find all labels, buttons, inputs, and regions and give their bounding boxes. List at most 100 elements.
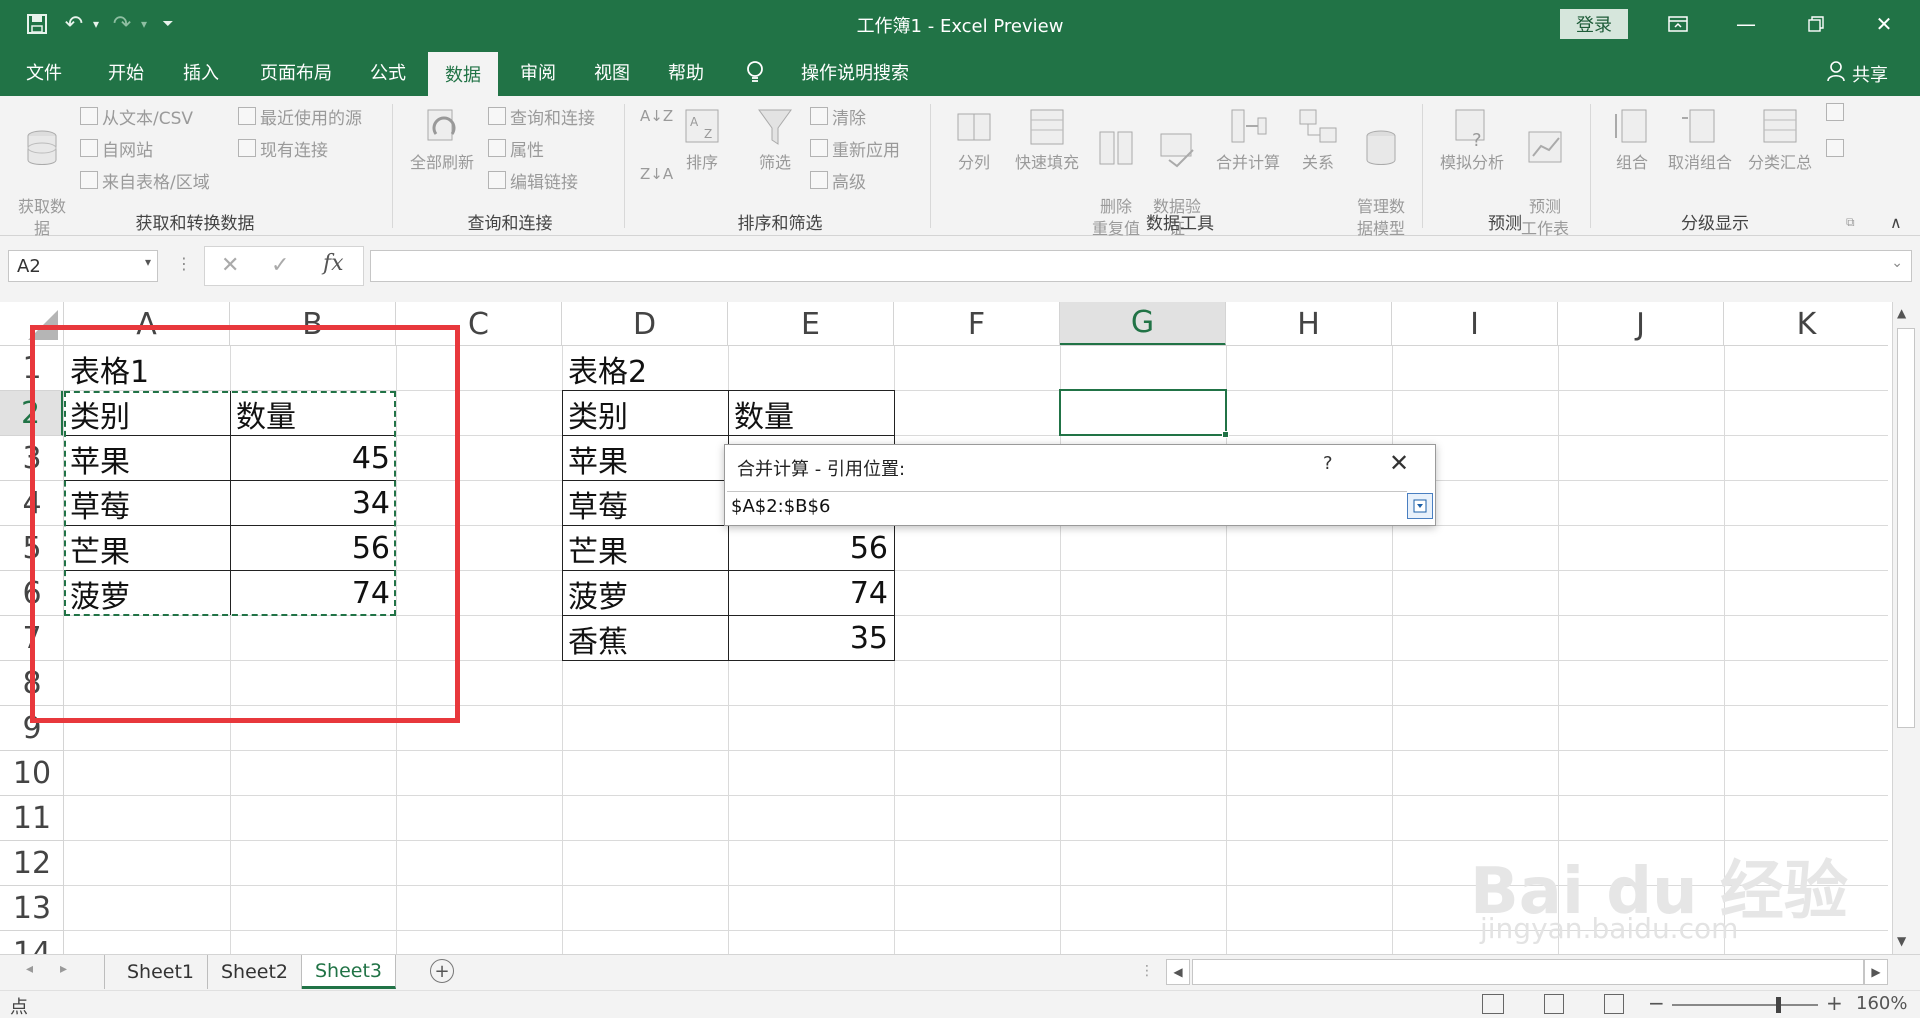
clear-filter-button[interactable]: 清除 — [810, 104, 866, 129]
column-header[interactable]: J — [1558, 302, 1724, 346]
collapse-ribbon-icon[interactable]: ∧ — [1890, 210, 1902, 234]
row-header[interactable]: 14 — [0, 931, 64, 954]
refresh-all-button[interactable]: 全部刷新 — [402, 106, 482, 174]
help-icon[interactable]: ? — [1323, 453, 1333, 474]
active-cell-g2[interactable] — [1059, 389, 1227, 436]
column-header[interactable]: F — [894, 302, 1060, 346]
from-web-button[interactable]: 自网站 — [80, 136, 153, 161]
table2-header-category[interactable]: 类别 — [562, 391, 728, 436]
zoom-slider[interactable] — [1672, 1004, 1818, 1006]
tab-page-layout[interactable]: 页面布局 — [250, 48, 342, 96]
add-sheet-icon[interactable]: + — [430, 959, 454, 983]
advanced-filter-button[interactable]: 高级 — [810, 168, 866, 193]
page-layout-view-icon[interactable] — [1544, 994, 1564, 1014]
edit-links-button[interactable]: 编辑链接 — [488, 168, 578, 193]
prev-sheet-icon[interactable]: ◂ — [26, 961, 33, 977]
tab-formulas[interactable]: 公式 — [358, 48, 418, 96]
table2-header-quantity[interactable]: 数量 — [728, 391, 894, 436]
enter-icon[interactable]: ✓ — [271, 253, 289, 278]
from-text-csv-button[interactable]: 从文本/CSV — [80, 104, 193, 129]
tab-view[interactable]: 视图 — [582, 48, 642, 96]
tab-split-icon[interactable]: ⋮ — [1140, 963, 1154, 979]
scroll-down-icon[interactable]: ▼ — [1897, 934, 1906, 948]
close-icon[interactable]: ✕ — [1389, 449, 1409, 477]
tab-help[interactable]: 帮助 — [656, 48, 716, 96]
name-box-dropdown-icon[interactable]: ▾ — [145, 255, 151, 269]
flash-fill-button[interactable]: 快速填充 — [1006, 106, 1088, 174]
tab-data[interactable]: 数据 — [428, 52, 498, 96]
row-header[interactable]: 12 — [0, 841, 64, 886]
sort-ascending-icon[interactable]: A↓Z — [640, 104, 673, 128]
show-detail-icon[interactable] — [1826, 100, 1844, 124]
share-button[interactable]: 共享 — [1826, 60, 1888, 87]
table2-cell[interactable]: 74 — [728, 571, 894, 616]
zoom-out-icon[interactable]: − — [1648, 991, 1665, 1015]
table2-cell[interactable]: 香蕉 — [562, 616, 728, 661]
expand-formula-icon[interactable]: ⌄ — [1891, 255, 1903, 271]
table2-cell[interactable]: 草莓 — [562, 481, 728, 526]
cancel-icon[interactable]: ✕ — [221, 253, 239, 278]
restore-icon[interactable] — [1796, 8, 1836, 40]
zoom-slider-thumb[interactable] — [1776, 997, 1781, 1013]
properties-button[interactable]: 属性 — [488, 136, 544, 161]
table2-cell[interactable]: 苹果 — [562, 436, 728, 481]
tab-file[interactable]: 文件 — [14, 48, 74, 96]
tell-me-search[interactable]: 操作说明搜索 — [780, 48, 930, 96]
row-header[interactable]: 13 — [0, 886, 64, 931]
scroll-thumb[interactable] — [1897, 328, 1915, 728]
zoom-in-icon[interactable]: + — [1826, 991, 1843, 1015]
queries-connections-button[interactable]: 查询和连接 — [488, 104, 595, 129]
minimize-icon[interactable]: — — [1726, 8, 1766, 40]
ungroup-button[interactable]: 取消组合 — [1660, 106, 1740, 174]
scroll-up-icon[interactable]: ▲ — [1897, 306, 1906, 320]
what-if-analysis-button[interactable]: ? 模拟分析 — [1432, 106, 1512, 174]
column-header[interactable]: I — [1392, 302, 1558, 346]
fill-handle[interactable] — [1222, 431, 1229, 438]
table2-cell[interactable]: 菠萝 — [562, 571, 728, 616]
column-header[interactable]: H — [1226, 302, 1392, 346]
name-box[interactable]: A2 ▾ — [8, 250, 158, 282]
filter-button[interactable]: 筛选 — [748, 106, 802, 174]
table2-cell[interactable]: 35 — [728, 616, 894, 661]
table2-cell[interactable]: 56 — [728, 526, 894, 571]
existing-connections-button[interactable]: 现有连接 — [238, 136, 328, 161]
sort-descending-icon[interactable]: Z↓A — [640, 162, 673, 186]
hide-detail-icon[interactable] — [1826, 136, 1844, 160]
ribbon-display-options-icon[interactable] — [1658, 8, 1698, 40]
formula-bar-options-icon[interactable]: ⋮ — [176, 254, 192, 273]
row-header[interactable]: 10 — [0, 751, 64, 796]
row-header[interactable]: 11 — [0, 796, 64, 841]
sort-button[interactable]: AZ 排序 — [676, 106, 728, 174]
insert-function-icon[interactable]: fx — [323, 251, 344, 276]
tab-home[interactable]: 开始 — [96, 48, 156, 96]
get-data-button[interactable]: 获取数 据 — [10, 106, 74, 240]
login-button[interactable]: 登录 — [1560, 9, 1628, 39]
vertical-scrollbar[interactable]: ▲ ▼ — [1892, 302, 1920, 954]
table2-cell[interactable]: 芒果 — [562, 526, 728, 571]
table2-title[interactable]: 表格2 — [562, 346, 728, 391]
scroll-left-icon[interactable]: ◀ — [1166, 959, 1190, 985]
expand-dialog-icon[interactable] — [1407, 493, 1433, 519]
group-button[interactable]: 组合 — [1604, 106, 1660, 174]
horizontal-scrollbar[interactable] — [1192, 959, 1864, 985]
reference-input[interactable]: $A$2:$B$6 — [727, 491, 1407, 521]
page-break-view-icon[interactable] — [1604, 994, 1624, 1014]
zoom-level[interactable]: 160% — [1856, 993, 1907, 1014]
text-to-columns-button[interactable]: 分列 — [944, 106, 1004, 174]
sheet-tab-sheet3[interactable]: Sheet3 — [302, 955, 396, 989]
recent-sources-button[interactable]: 最近使用的源 — [238, 104, 362, 129]
column-header[interactable]: D — [562, 302, 728, 346]
sheet-tab-sheet2[interactable]: Sheet2 — [208, 955, 302, 989]
from-table-button[interactable]: 来自表格/区域 — [80, 168, 210, 193]
column-header-selected[interactable]: G — [1060, 302, 1226, 346]
relationships-button[interactable]: 关系 — [1290, 106, 1346, 174]
dialog-launcher-icon[interactable]: ⧉ — [1846, 210, 1855, 234]
subtotal-button[interactable]: 分类汇总 — [1740, 106, 1820, 174]
reapply-button[interactable]: 重新应用 — [810, 136, 900, 161]
next-sheet-icon[interactable]: ▸ — [60, 961, 67, 977]
tab-insert[interactable]: 插入 — [170, 48, 232, 96]
sheet-tab-sheet1[interactable]: Sheet1 — [114, 955, 208, 989]
column-header[interactable]: K — [1724, 302, 1888, 346]
lightbulb-icon[interactable] — [740, 48, 770, 96]
manage-data-model-button[interactable]: 管理数 据模型 — [1346, 106, 1416, 240]
